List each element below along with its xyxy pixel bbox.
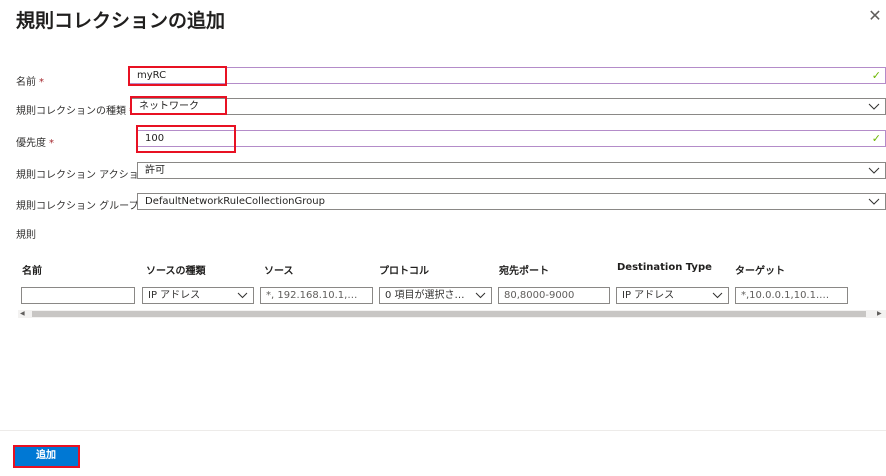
name-label: 名前 * [16,77,44,88]
scroll-left-icon[interactable]: ◀ [20,310,25,318]
column-header-target: ターゲット [735,266,785,277]
action-select-value: 許可 [145,165,165,176]
rules-section-label: 規則 [16,230,36,241]
priority-input[interactable]: 100 ✓ [137,130,886,147]
group-label: 規則コレクション グループ* [16,197,147,212]
rule-protocol-select[interactable]: 0 項目が選択さ… [379,287,492,304]
chevron-down-icon [868,194,880,209]
checkmark-icon: ✓ [871,132,881,145]
action-select[interactable]: 許可 [137,162,886,179]
chevron-down-icon [712,288,723,303]
checkmark-icon: ✓ [871,69,881,82]
column-header-name: 名前 [22,266,42,277]
chevron-down-icon [868,163,880,178]
add-button[interactable]: 追加 [14,446,78,466]
rule-source-type-select[interactable]: IP アドレス [142,287,254,304]
close-icon[interactable]: ✕ [867,8,883,24]
group-select-value: DefaultNetworkRuleCollectionGroup [145,196,325,207]
type-select[interactable]: ネットワーク [131,98,886,115]
rule-protocol-value: 0 項目が選択さ… [385,290,465,301]
type-label: 規則コレクションの種類* [16,102,134,117]
action-label: 規則コレクション アクション [16,170,149,181]
required-marker: * [49,138,54,149]
rule-dest-type-select[interactable]: IP アドレス [616,287,729,304]
column-header-protocol: プロトコル [379,266,429,277]
column-header-dest-type: Destination Type [617,262,712,273]
name-input-value: myRC [137,70,167,81]
name-input[interactable]: myRC ✓ [129,67,886,84]
type-select-value: ネットワーク [139,101,199,112]
footer-divider [0,430,886,431]
group-select[interactable]: DefaultNetworkRuleCollectionGroup [137,193,886,210]
priority-label: 優先度 * [16,138,54,149]
column-header-dest-port: 宛先ポート [499,266,549,277]
scroll-right-icon[interactable]: ▶ [877,310,882,318]
rule-dest-port-input[interactable]: 80,8000-9000 [498,287,610,304]
rule-target-input[interactable]: *,10.0.0.1,10.1.… [735,287,848,304]
column-header-source: ソース [264,266,294,277]
column-header-source-type: ソースの種類 [146,266,206,277]
chevron-down-icon [868,99,880,114]
priority-input-value: 100 [145,133,165,144]
panel-title: 規則コレクションの追加 [16,10,226,32]
rule-source-type-value: IP アドレス [148,290,201,301]
rule-name-input[interactable] [21,287,135,304]
chevron-down-icon [237,288,248,303]
rule-source-input[interactable]: *, 192.168.10.1,… [260,287,373,304]
scrollbar-thumb[interactable] [32,311,866,317]
rule-dest-type-value: IP アドレス [622,290,675,301]
chevron-down-icon [475,288,486,303]
required-marker: * [39,77,44,88]
